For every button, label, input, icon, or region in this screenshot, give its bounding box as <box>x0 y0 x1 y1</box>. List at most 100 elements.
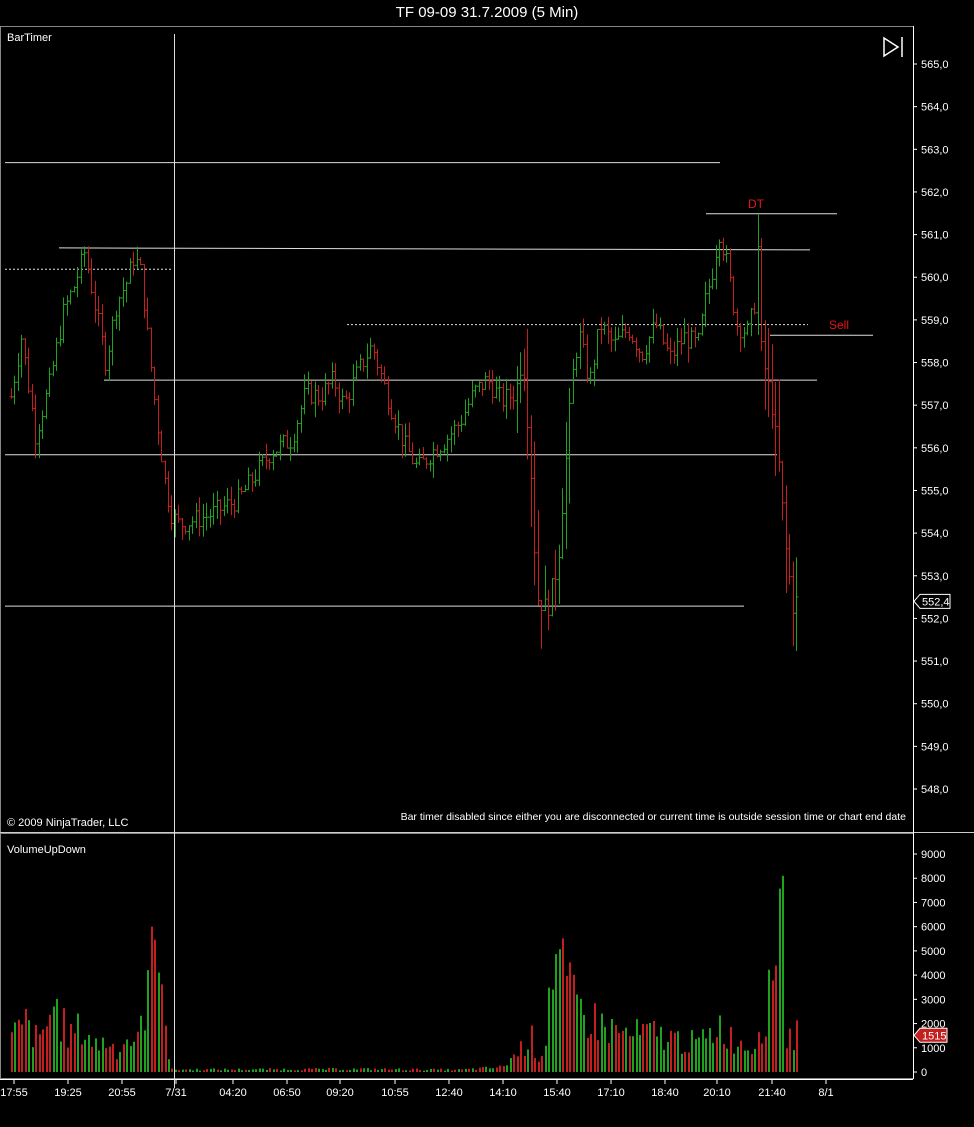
ohlc-bar <box>323 373 328 406</box>
price-tick-label: 552,0 <box>921 613 949 625</box>
ohlc-bar <box>532 441 537 586</box>
ohlc-bar <box>578 323 583 369</box>
volume-bar <box>451 1070 453 1072</box>
volume-bar <box>238 1068 240 1072</box>
ohlc-bar <box>567 387 572 504</box>
last-volume-label: 1515 <box>922 1030 946 1042</box>
volume-bar <box>384 1068 386 1072</box>
ohlc-bar <box>103 331 108 376</box>
volume-bar <box>636 1019 638 1072</box>
ohlc-bar <box>466 398 471 416</box>
volume-bar <box>566 975 568 1072</box>
volume-bar <box>740 1040 742 1072</box>
skip-to-end-icon[interactable] <box>883 36 903 58</box>
ohlc-bar <box>592 359 597 387</box>
ohlc-bar <box>654 313 659 328</box>
volume-bar <box>775 965 777 1072</box>
ohlc-bar <box>574 352 579 377</box>
ohlc-bar <box>54 337 59 371</box>
volume-bar <box>63 1008 65 1072</box>
volume-bar <box>88 1035 90 1072</box>
ohlc-bar <box>23 337 28 366</box>
volume-bar <box>224 1068 226 1072</box>
volume-tick-label: 4000 <box>921 970 945 982</box>
ohlc-bar <box>208 509 213 528</box>
time-tick-label: 14:10 <box>489 1087 517 1099</box>
time-tick-label: 15:40 <box>543 1087 571 1099</box>
volume-bar <box>733 1053 735 1072</box>
volume-bar <box>126 1039 128 1072</box>
volume-bar <box>266 1069 268 1072</box>
ohlc-bar <box>403 423 408 457</box>
chart-frame[interactable]: 565,0 564,0 563,0 562,0 561,0 560,0 559,0 558,0… <box>0 26 974 1122</box>
volume-bar <box>290 1069 292 1072</box>
ohlc-bar <box>637 348 642 363</box>
volume-bar <box>11 1032 13 1072</box>
chart-canvas[interactable]: 565,0 564,0 563,0 562,0 561,0 560,0 559,0 558,0… <box>0 26 974 1122</box>
price-tick-label: 565,0 <box>921 59 949 71</box>
ohlc-bar <box>267 458 272 470</box>
ohlc-bar <box>787 533 792 585</box>
volume-bar <box>353 1068 355 1072</box>
ohlc-bar <box>602 322 607 335</box>
volume-bar <box>426 1070 428 1072</box>
volume-bar <box>391 1069 393 1072</box>
ohlc-bar <box>585 334 590 383</box>
volume-bar <box>796 1020 798 1072</box>
volume-bar <box>217 1069 219 1072</box>
volume-bar <box>398 1068 400 1072</box>
volume-bar <box>737 1046 739 1072</box>
volume-bar <box>482 1067 484 1072</box>
volume-bar <box>304 1068 306 1072</box>
volume-axis: 9000800070006000500040003000200010000 <box>913 849 945 1079</box>
volume-bar <box>465 1068 467 1072</box>
volume-bar <box>576 994 578 1072</box>
ohlc-bar <box>794 557 799 651</box>
ohlc-bar <box>661 324 666 345</box>
ohlc-bar <box>368 337 373 359</box>
ohlc-bar <box>553 549 558 611</box>
volume-bar <box>698 1037 700 1072</box>
volume-bar <box>656 1036 658 1072</box>
ohlc-bar <box>438 449 443 462</box>
ohlc-bar <box>288 437 293 461</box>
ohlc-bar <box>218 499 223 525</box>
ohlc-bar <box>724 245 729 263</box>
volume-bar <box>730 1026 732 1072</box>
volume-bar <box>287 1070 289 1072</box>
volume-bar <box>346 1070 348 1072</box>
volume-bar <box>423 1070 425 1072</box>
volume-bar <box>95 1038 97 1072</box>
volume-bar <box>196 1068 198 1072</box>
volume-bar <box>248 1069 250 1072</box>
ohlc-bar <box>393 413 398 434</box>
ohlc-bar <box>571 358 576 404</box>
ohlc-bar <box>260 454 265 466</box>
ohlc-bar <box>717 239 722 267</box>
ohlc-bar <box>686 323 691 363</box>
ohlc-bar <box>257 451 262 487</box>
ohlc-bar <box>606 316 611 344</box>
volume-bar <box>189 1069 191 1072</box>
volume-bar <box>210 1068 212 1072</box>
price-tick-label: 551,0 <box>921 656 949 668</box>
ohlc-bar <box>309 380 314 405</box>
ohlc-bar <box>728 248 733 283</box>
ohlc-bar <box>536 509 541 606</box>
ohlc-bar <box>340 388 345 409</box>
ohlc-bar <box>424 457 429 469</box>
ohlc-bar <box>204 502 209 531</box>
ohlc-bar <box>780 460 785 521</box>
volume-bar <box>259 1068 261 1072</box>
ohlc-bar <box>197 497 202 537</box>
volume-bar <box>140 1015 142 1072</box>
price-tick-label: 557,0 <box>921 400 949 412</box>
volume-bar <box>123 1044 125 1072</box>
ohlc-bar <box>595 328 600 369</box>
volume-bar <box>116 1059 118 1072</box>
price-axis: 565,0 564,0 563,0 562,0 561,0 560,0 559,0 558,0… <box>913 59 949 796</box>
time-tick-label: 10:55 <box>381 1087 409 1099</box>
volume-bar <box>653 1021 655 1072</box>
volume-bar <box>534 1057 536 1072</box>
volume-bar <box>77 1013 79 1072</box>
